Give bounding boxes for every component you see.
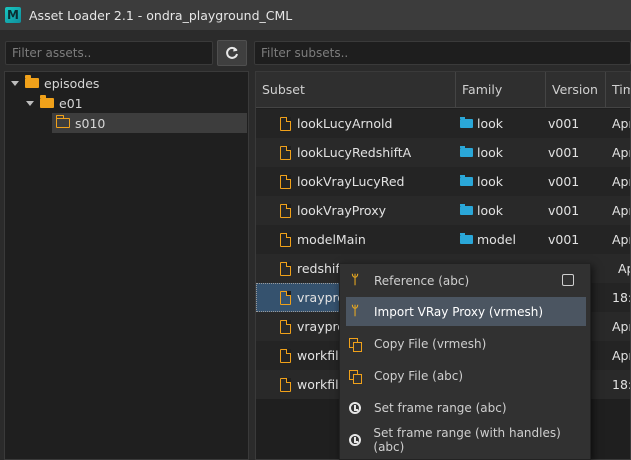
family-folder-icon [460,175,473,186]
file-icon [280,116,291,131]
time: Apr [612,348,630,363]
menu-item-set-frame-range-abc[interactable]: Set frame range (abc) [346,393,586,422]
menu-item-copy-file-abc[interactable]: Copy File (abc) [346,361,586,390]
copy-icon [349,369,362,384]
menu-item-label: Set frame range (with handles) (abc) [373,425,561,454]
table-row[interactable]: modelMain model v001 Apr [256,225,630,254]
family-name: look [477,116,504,131]
expand-arrow-icon[interactable] [11,80,19,86]
family-name: model [477,232,516,247]
branch-icon: ᛘ [351,273,359,288]
refresh-button[interactable] [217,40,247,66]
tree-item-e01[interactable]: e01 [26,93,83,113]
filter-subsets-input[interactable] [254,41,631,65]
family-name: look [477,174,504,189]
version: v001 [548,145,580,160]
subset-name: modelMain [297,232,366,247]
file-icon [280,377,291,392]
time: Apr [612,116,630,131]
file-icon [280,232,291,247]
refresh-icon [226,46,238,59]
copy-icon [349,337,362,352]
menu-item-copy-file-vrmesh[interactable]: Copy File (vrmesh) [346,329,586,358]
file-icon [280,348,291,363]
folder-icon [25,75,39,88]
time: 18:1 [612,290,630,305]
table-row[interactable]: lookLucyRedshiftA look v001 Apr [256,138,630,167]
subset-name: redshift [297,261,345,276]
time: Apr [612,174,630,189]
time: Apr [612,232,630,247]
clock-icon [349,401,361,414]
version: v001 [548,116,580,131]
family-name: look [477,145,504,160]
menu-item-label: Reference (abc) [374,273,470,288]
tree-item-label: s010 [75,115,106,131]
subset-name: lookVrayLucyRed [297,174,405,189]
family-folder-icon [460,146,473,157]
menu-item-set-frame-range-handles-abc[interactable]: Set frame range (with handles) (abc) [346,425,586,454]
folder-icon [40,95,54,108]
table-row[interactable]: lookLucyArnold look v001 Apr [256,109,630,138]
subset-name: lookVrayProxy [297,203,386,218]
file-icon [280,145,291,160]
menu-item-reference-abc[interactable]: ᛘ Reference (abc) [346,266,586,295]
app-logo-icon: M [5,7,21,23]
column-header-subset[interactable]: Subset [256,72,456,108]
menu-item-label: Copy File (abc) [374,368,464,383]
tree-item-episodes[interactable]: episodes [11,73,99,93]
table-row[interactable]: lookVrayLucyRed look v001 Apr [256,167,630,196]
family-folder-icon [460,204,473,215]
asset-tree: episodes e01 s010 [4,71,249,460]
window-title: Asset Loader 2.1 - ondra_playground_CML [29,7,293,23]
menu-item-label: Import VRay Proxy (vrmesh) [374,304,543,319]
version: v001 [548,174,580,189]
clock-icon [348,433,361,446]
branch-icon: ᛘ [351,304,359,319]
subset-name: lookLucyRedshiftA [297,145,412,160]
family-folder-icon [460,233,473,244]
time: Apr [612,203,630,218]
version: v001 [548,203,580,218]
version: v001 [548,232,580,247]
column-header-version[interactable]: Version [546,72,606,108]
filter-assets-input[interactable] [5,41,213,65]
table-header: Subset Family Version Tim [256,72,630,108]
time: Apr [612,145,630,160]
subset-name: vraypro [297,319,346,334]
time: Apr [618,261,630,276]
subset-name: lookLucyArnold [297,116,393,131]
file-icon [280,261,291,276]
tree-item-s010[interactable]: s010 [52,113,247,133]
file-icon [280,319,291,334]
menu-item-import-vray-proxy[interactable]: ᛘ Import VRay Proxy (vrmesh) [346,297,586,326]
tree-item-label: e01 [59,95,83,111]
table-row[interactable]: lookVrayProxy look v001 Apr [256,196,630,225]
family-folder-icon [460,117,473,128]
family-name: look [477,203,504,218]
column-header-family[interactable]: Family [456,72,546,108]
menu-item-label: Set frame range (abc) [374,400,507,415]
file-icon [280,290,291,305]
file-icon [280,174,291,189]
title-bar: M Asset Loader 2.1 - ondra_playground_CM… [0,0,631,30]
tree-item-label: episodes [44,75,100,91]
expand-arrow-icon[interactable] [26,100,34,106]
column-header-time[interactable]: Tim [606,72,630,108]
context-menu: ᛘ Reference (abc) ᛘ Import VRay Proxy (v… [339,263,591,460]
time: 18:1 [612,377,630,392]
file-icon [280,203,291,218]
options-box-icon[interactable] [562,274,574,286]
folder-open-icon [56,115,70,128]
menu-item-label: Copy File (vrmesh) [374,336,487,351]
time: Apr [612,319,630,334]
